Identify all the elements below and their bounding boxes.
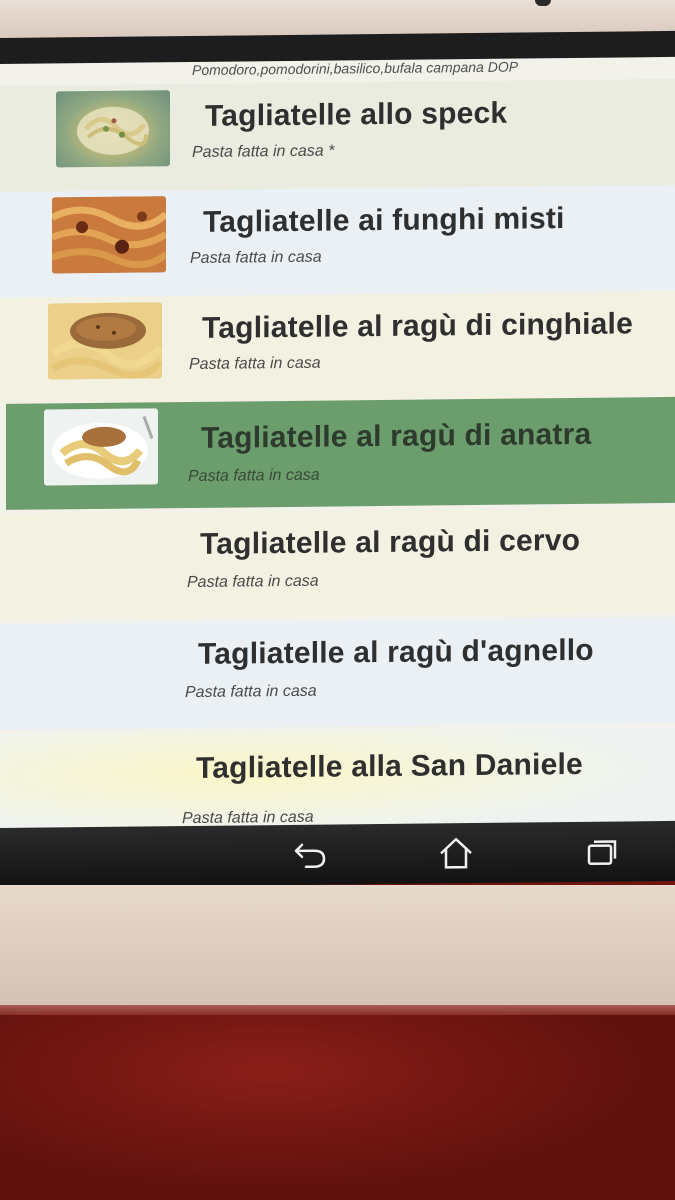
item-title: Tagliatelle alla San Daniele: [196, 747, 583, 785]
list-item-selected[interactable]: Tagliatelle al ragù di anatra Pasta fatt…: [6, 396, 675, 510]
system-navigation-bar: [0, 820, 675, 888]
recent-apps-icon: [587, 840, 617, 866]
list-item[interactable]: Tagliatelle al ragù di cervo Pasta fatta…: [0, 506, 675, 620]
dish-thumbnail: [44, 408, 158, 486]
item-title: Tagliatelle ai funghi misti: [203, 202, 565, 239]
item-title: Tagliatelle allo speck: [205, 96, 508, 133]
item-subtitle: Pasta fatta in casa: [190, 248, 322, 268]
home-icon: [440, 837, 472, 869]
dish-thumbnail: [48, 302, 162, 380]
camera-icon: [535, 0, 551, 6]
back-arrow-icon: [294, 843, 326, 869]
list-item[interactable]: Tagliatelle al ragù di cinghiale Pasta f…: [0, 290, 675, 404]
item-title: Tagliatelle al ragù di cinghiale: [202, 307, 633, 345]
item-title: Tagliatelle al ragù d'agnello: [198, 633, 594, 671]
home-button[interactable]: [434, 833, 478, 873]
item-title: Tagliatelle al ragù di cervo: [200, 523, 581, 561]
previous-item-subtitle: Pomodoro,pomodorini,basilico,bufala camp…: [192, 58, 519, 78]
recent-apps-button[interactable]: [580, 831, 624, 871]
item-subtitle: Pasta fatta in casa: [187, 572, 319, 592]
dish-thumbnail: [56, 90, 170, 168]
item-subtitle: Pasta fatta in casa: [188, 466, 320, 486]
list-item[interactable]: Tagliatelle al ragù d'agnello Pasta fatt…: [0, 616, 675, 730]
table-surface: [0, 1015, 675, 1200]
back-button[interactable]: [288, 835, 332, 875]
item-subtitle: Pasta fatta in casa: [185, 682, 317, 702]
list-item[interactable]: Tagliatelle allo speck Pasta fatta in ca…: [0, 78, 675, 192]
dish-thumbnail: [52, 196, 166, 274]
tagliatelle-speck-photo: [77, 106, 149, 155]
list-item[interactable]: Tagliatelle alla San Daniele Pasta fatta…: [0, 726, 675, 830]
tagliatelle-boar-ragu-photo: [48, 302, 162, 380]
menu-list[interactable]: Pomodoro,pomodorini,basilico,bufala camp…: [0, 56, 675, 830]
item-subtitle: Pasta fatta in casa *: [192, 142, 335, 161]
tablet-bottom-bezel: [0, 885, 675, 1015]
tagliatelle-duck-ragu-photo: [44, 408, 158, 486]
tablet-screen: Pomodoro,pomodorini,basilico,bufala camp…: [0, 30, 675, 889]
list-item[interactable]: Tagliatelle ai funghi misti Pasta fatta …: [0, 184, 675, 298]
tagliatelle-mushrooms-photo: [52, 196, 166, 274]
item-title: Tagliatelle al ragù di anatra: [201, 417, 592, 455]
item-subtitle: Pasta fatta in casa: [189, 354, 321, 374]
